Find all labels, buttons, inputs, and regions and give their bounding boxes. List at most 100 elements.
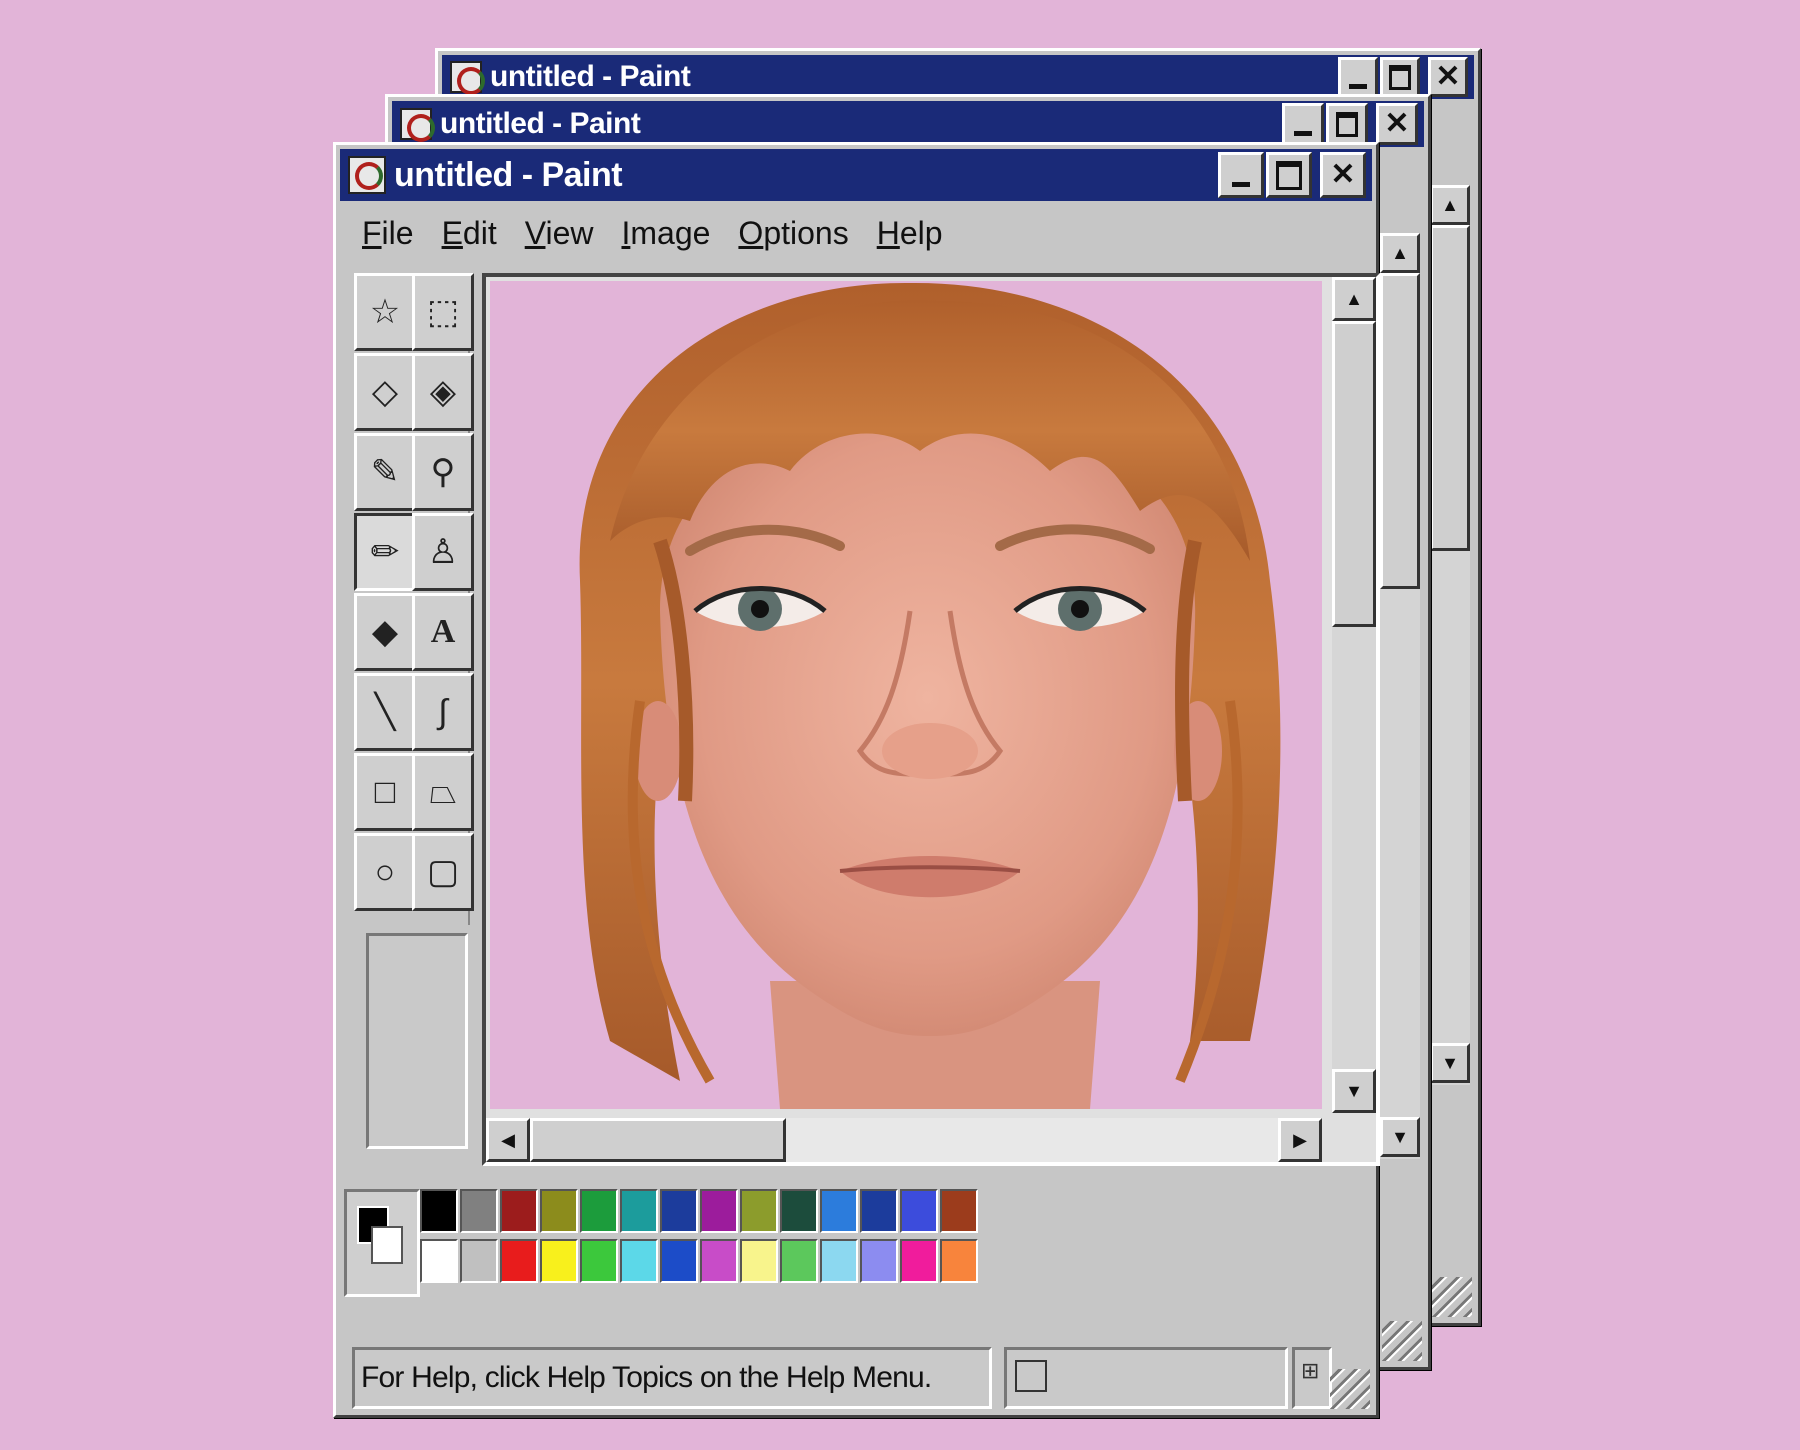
menu-edit-label: dit — [462, 215, 497, 251]
color-swatch[interactable] — [940, 1189, 978, 1233]
scroll-down-button[interactable]: ▼ — [1430, 1043, 1470, 1083]
color-swatch[interactable] — [580, 1189, 618, 1233]
vertical-scrollbar[interactable]: ▲ ▼ — [1430, 185, 1470, 1085]
pencil-tool-button[interactable]: ✏ — [354, 513, 416, 591]
resize-grip[interactable] — [1330, 1369, 1370, 1409]
rounded-rectangle-tool-button[interactable]: ▢ — [412, 833, 474, 911]
horizontal-scrollbar[interactable]: ◀ ▶ — [486, 1118, 1322, 1162]
title-bar[interactable]: untitled - Paint ✕ — [392, 101, 1424, 147]
minimize-button[interactable] — [1218, 152, 1264, 198]
close-icon: ✕ — [1435, 60, 1461, 93]
resize-grip[interactable] — [1382, 1321, 1422, 1361]
color-swatch[interactable] — [620, 1239, 658, 1283]
color-swatch[interactable] — [820, 1239, 858, 1283]
horizontal-scroll-thumb[interactable] — [530, 1118, 786, 1162]
title-bar[interactable]: untitled - Paint ✕ — [442, 55, 1474, 99]
menu-help-accel: H — [876, 215, 900, 251]
color-swatch[interactable] — [740, 1239, 778, 1283]
vertical-scroll-thumb[interactable] — [1332, 321, 1376, 627]
title-bar[interactable]: untitled - Paint ✕ — [340, 149, 1372, 201]
window-title: untitled - Paint — [440, 107, 641, 140]
color-swatch[interactable] — [540, 1189, 578, 1233]
color-swatch[interactable] — [940, 1239, 978, 1283]
pick-color-tool-button[interactable]: ✎ — [354, 433, 416, 511]
color-swatch[interactable] — [700, 1239, 738, 1283]
rectangle-tool-button[interactable]: □ — [354, 753, 416, 831]
scroll-up-button[interactable]: ▲ — [1332, 277, 1376, 321]
vertical-scrollbar[interactable]: ▲ ▼ — [1380, 233, 1420, 1159]
scroll-left-button[interactable]: ◀ — [486, 1118, 530, 1162]
fill-icon: ◈ — [429, 373, 457, 411]
current-colors[interactable] — [344, 1189, 420, 1297]
free-form-select-tool-button[interactable]: ☆ — [354, 273, 416, 351]
color-swatch[interactable] — [580, 1239, 618, 1283]
select-tool-button[interactable]: ⬚ — [412, 273, 474, 351]
color-swatch[interactable] — [420, 1239, 458, 1283]
line-tool-button[interactable]: ╲ — [354, 673, 416, 751]
menu-file[interactable]: File — [348, 211, 428, 255]
background-color[interactable] — [371, 1226, 403, 1264]
close-button[interactable]: ✕ — [1428, 57, 1468, 97]
drawing-canvas[interactable] — [490, 281, 1322, 1109]
color-swatch[interactable] — [900, 1189, 938, 1233]
airbrush-tool-button[interactable]: ◆ — [354, 593, 416, 671]
close-icon: ✕ — [1330, 158, 1356, 191]
menu-edit[interactable]: Edit — [428, 211, 511, 255]
window-title: untitled - Paint — [394, 155, 623, 194]
color-swatch[interactable] — [820, 1189, 858, 1233]
color-swatch[interactable] — [740, 1189, 778, 1233]
minimize-button[interactable] — [1338, 57, 1378, 97]
curve-tool-button[interactable]: ∫ — [412, 673, 474, 751]
close-button[interactable]: ✕ — [1320, 152, 1366, 198]
minimize-button[interactable] — [1282, 103, 1324, 145]
color-swatch[interactable] — [780, 1189, 818, 1233]
color-swatch[interactable] — [460, 1239, 498, 1283]
color-swatch[interactable] — [860, 1239, 898, 1283]
menu-view[interactable]: View — [511, 211, 608, 255]
color-swatch[interactable] — [620, 1189, 658, 1233]
fill-tool-button[interactable]: ◈ — [412, 353, 474, 431]
vertical-scrollbar[interactable]: ▲ ▼ — [1332, 277, 1376, 1113]
scroll-down-button[interactable]: ▼ — [1332, 1069, 1376, 1113]
close-button[interactable]: ✕ — [1376, 103, 1418, 145]
scroll-right-button[interactable]: ▶ — [1278, 1118, 1322, 1162]
maximize-button[interactable] — [1380, 57, 1420, 97]
scroll-down-button[interactable]: ▼ — [1380, 1117, 1420, 1157]
menu-help[interactable]: Help — [863, 211, 957, 255]
pencil-icon: ✏ — [370, 533, 400, 571]
magnifier-icon: ⚲ — [430, 453, 456, 491]
menu-options[interactable]: Options — [724, 211, 862, 255]
color-swatch[interactable] — [500, 1189, 538, 1233]
text-tool-button[interactable]: A — [412, 593, 474, 671]
color-swatch[interactable] — [660, 1239, 698, 1283]
color-swatch[interactable] — [660, 1189, 698, 1233]
color-swatch[interactable] — [540, 1239, 578, 1283]
eraser-tool-button[interactable]: ◇ — [354, 353, 416, 431]
magnifier-tool-button[interactable]: ⚲ — [412, 433, 474, 511]
menu-image[interactable]: Image — [607, 211, 724, 255]
scroll-up-button[interactable]: ▲ — [1430, 185, 1470, 225]
ellipse-tool-button[interactable]: ○ — [354, 833, 416, 911]
maximize-button[interactable] — [1326, 103, 1368, 145]
scroll-thumb[interactable] — [1380, 273, 1420, 589]
color-swatch[interactable] — [900, 1239, 938, 1283]
brush-tool-button[interactable]: ♙ — [412, 513, 474, 591]
curve-icon: ∫ — [438, 692, 448, 731]
color-swatch[interactable] — [500, 1239, 538, 1283]
polygon-tool-button[interactable]: ⏢ — [412, 753, 474, 831]
color-swatch[interactable] — [420, 1189, 458, 1233]
maximize-icon — [1276, 160, 1302, 190]
color-swatch[interactable] — [460, 1189, 498, 1233]
tool-options-box[interactable] — [366, 933, 468, 1149]
scroll-thumb[interactable] — [1430, 225, 1470, 551]
scroll-left-icon: ◀ — [501, 1129, 515, 1150]
scroll-up-button[interactable]: ▲ — [1380, 233, 1420, 273]
scroll-up-icon: ▲ — [1391, 242, 1409, 263]
resize-grip[interactable] — [1432, 1277, 1472, 1317]
line-icon: ╲ — [374, 693, 396, 731]
color-swatch[interactable] — [780, 1239, 818, 1283]
color-swatch[interactable] — [860, 1189, 898, 1233]
color-swatch[interactable] — [700, 1189, 738, 1233]
maximize-button[interactable] — [1266, 152, 1312, 198]
menu-options-accel: O — [738, 215, 764, 251]
